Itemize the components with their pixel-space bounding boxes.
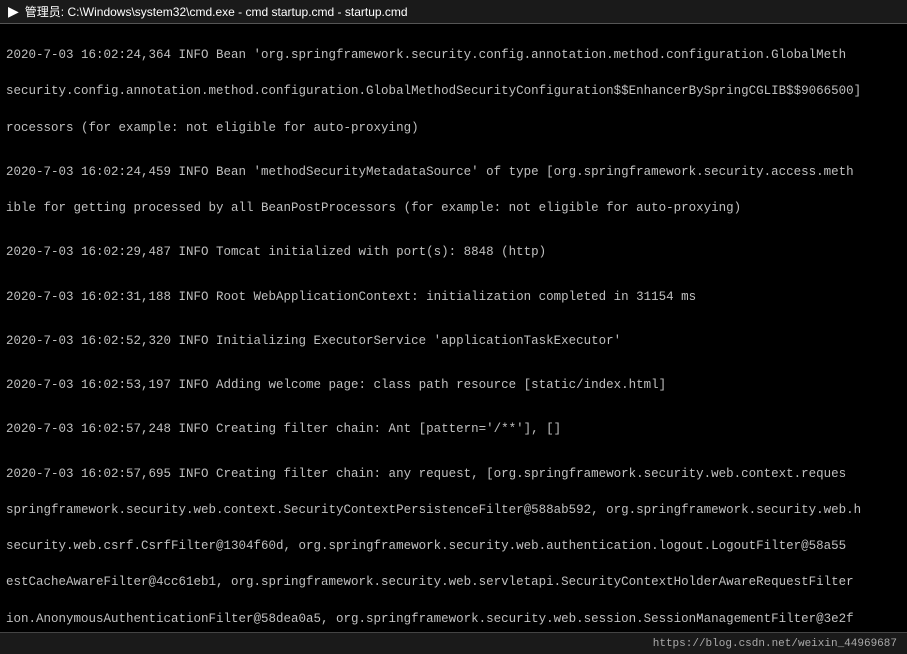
blank-line — [6, 368, 901, 376]
blank-line — [6, 280, 901, 288]
log-line: 2020-7-03 16:02:29,487 INFO Tomcat initi… — [6, 243, 901, 261]
console-output: 2020-7-03 16:02:24,364 INFO Bean 'org.sp… — [0, 24, 907, 632]
log-line: ion.AnonymousAuthenticationFilter@58dea0… — [6, 610, 901, 628]
status-bar-url: https://blog.csdn.net/weixin_44969687 — [653, 638, 897, 650]
log-line: 2020-7-03 16:02:31,188 INFO Root WebAppl… — [6, 288, 901, 306]
log-line: 2020-7-03 16:02:24,459 INFO Bean 'method… — [6, 163, 901, 181]
blank-line — [6, 324, 901, 332]
blank-line — [6, 155, 901, 163]
log-line: security.web.csrf.CsrfFilter@1304f60d, o… — [6, 537, 901, 555]
blank-line — [6, 412, 901, 420]
log-line: estCacheAwareFilter@4cc61eb1, org.spring… — [6, 573, 901, 591]
log-line: rocessors (for example: not eligible for… — [6, 119, 901, 137]
log-line: 2020-7-03 16:02:24,364 INFO Bean 'org.sp… — [6, 46, 901, 64]
log-line: 2020-7-03 16:02:57,248 INFO Creating fil… — [6, 420, 901, 438]
title-bar: ▶ 管理员: C:\Windows\system32\cmd.exe - cmd… — [0, 0, 907, 24]
blank-line — [6, 457, 901, 465]
cmd-icon: ▶ — [8, 3, 19, 20]
status-bar: https://blog.csdn.net/weixin_44969687 — [0, 632, 907, 654]
log-line: springframework.security.web.context.Sec… — [6, 501, 901, 519]
blank-line — [6, 235, 901, 243]
log-line: ible for getting processed by all BeanPo… — [6, 199, 901, 217]
log-line: security.config.annotation.method.config… — [6, 82, 901, 100]
log-line: 2020-7-03 16:02:57,695 INFO Creating fil… — [6, 465, 901, 483]
title-bar-text: 管理员: C:\Windows\system32\cmd.exe - cmd s… — [25, 3, 408, 20]
log-line: 2020-7-03 16:02:52,320 INFO Initializing… — [6, 332, 901, 350]
log-line: 2020-7-03 16:02:53,197 INFO Adding welco… — [6, 376, 901, 394]
